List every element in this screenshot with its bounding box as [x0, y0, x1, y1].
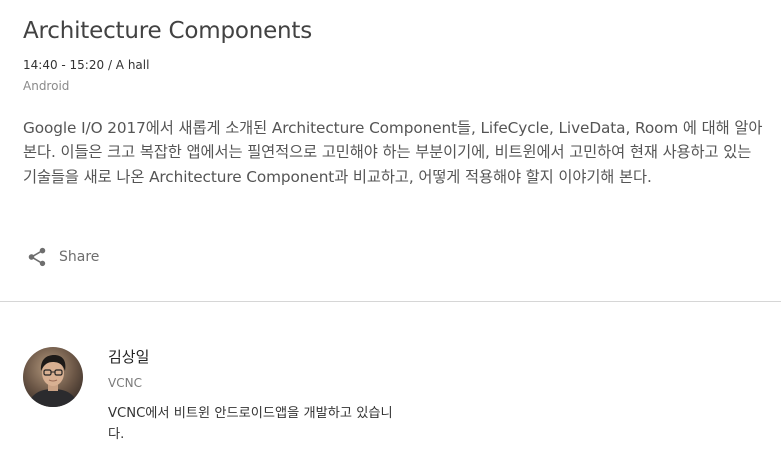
share-button[interactable]: Share — [26, 243, 99, 271]
session-track: Android — [23, 79, 70, 93]
session-detail-page: Architecture Components 14:40 - 15:20 / … — [0, 0, 781, 451]
speaker-name: 김상일 — [108, 348, 150, 366]
speaker-company: VCNC — [108, 376, 142, 390]
session-time-location: 14:40 - 15:20 / A hall — [23, 58, 150, 72]
share-icon — [26, 246, 48, 268]
speaker-bio: VCNC에서 비트윈 안드로이드앱을 개발하고 있습니다. — [108, 406, 393, 442]
section-divider — [0, 301, 781, 302]
share-label: Share — [59, 249, 100, 265]
speaker-avatar — [23, 347, 83, 407]
session-description: Google I/O 2017에서 새롭게 소개된 Architecture C… — [23, 119, 763, 186]
session-title: Architecture Components — [23, 18, 313, 44]
